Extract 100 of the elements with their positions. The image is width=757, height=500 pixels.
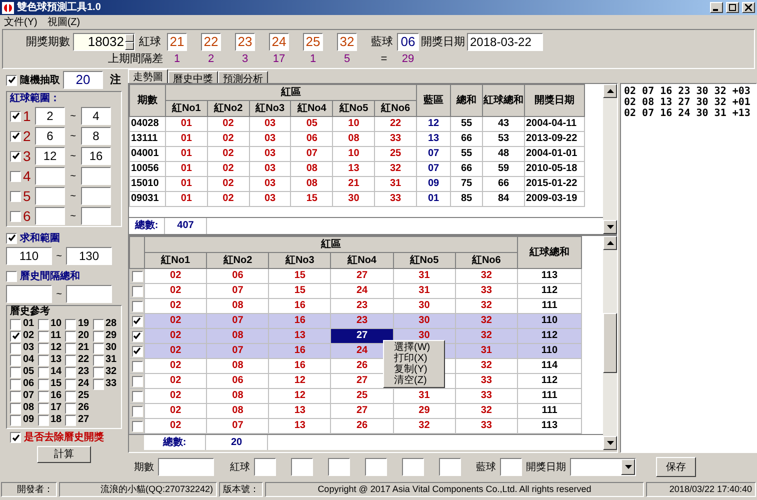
table-row[interactable]: 02 07 15 24 31 33 112 xyxy=(130,284,582,298)
input-field[interactable] xyxy=(500,458,522,476)
checkbox[interactable] xyxy=(132,346,142,356)
checkbox[interactable] xyxy=(92,318,104,330)
table-row[interactable]: 02 07 16 23 30 32 110 xyxy=(130,314,582,328)
draw-date-field[interactable]: 2018-03-22 xyxy=(467,33,543,51)
input-field[interactable] xyxy=(81,207,111,225)
menu-item[interactable]: 視圖(Z) xyxy=(47,14,80,30)
checkbox[interactable] xyxy=(132,420,142,432)
input-field[interactable] xyxy=(402,458,424,476)
ball-number-field[interactable]: 32 xyxy=(337,33,357,51)
input-field[interactable] xyxy=(81,187,111,205)
checkbox[interactable] xyxy=(10,414,21,426)
checkbox[interactable] xyxy=(10,170,21,182)
checkbox[interactable] xyxy=(132,316,142,326)
checkbox[interactable] xyxy=(10,432,21,443)
input-field[interactable] xyxy=(158,458,214,476)
input-field[interactable] xyxy=(66,285,112,303)
checkbox[interactable] xyxy=(65,402,76,414)
tab[interactable]: 預測分析 xyxy=(218,71,268,83)
input-field[interactable] xyxy=(35,167,65,185)
checkbox[interactable] xyxy=(132,360,142,372)
checkbox[interactable] xyxy=(38,390,48,402)
checkbox[interactable] xyxy=(132,300,142,312)
checkbox[interactable] xyxy=(65,390,76,402)
input-field[interactable] xyxy=(35,207,65,225)
input-field[interactable]: 12 xyxy=(35,147,65,165)
date-dropdown[interactable] xyxy=(570,458,636,476)
list-item[interactable]: 02 07 16 24 30 31 +13 xyxy=(624,108,753,119)
checkbox[interactable] xyxy=(65,378,76,390)
checkbox[interactable] xyxy=(132,390,142,402)
bonus-ball-field[interactable]: 06 xyxy=(397,33,419,51)
scrollbar[interactable] xyxy=(603,236,617,450)
calculate-button[interactable]: 計算 xyxy=(37,446,91,463)
checkbox[interactable] xyxy=(132,406,142,416)
checkbox[interactable] xyxy=(10,110,21,122)
checkbox[interactable] xyxy=(6,74,17,86)
checkbox[interactable] xyxy=(132,270,142,282)
input-field[interactable] xyxy=(254,458,276,476)
input-field[interactable] xyxy=(35,187,65,205)
list-item[interactable]: 02 07 16 23 30 32 +03 xyxy=(624,86,753,97)
checkbox[interactable] xyxy=(10,378,21,390)
input-field[interactable] xyxy=(328,458,350,476)
checkbox[interactable] xyxy=(10,130,21,142)
checkbox[interactable] xyxy=(132,286,142,296)
menu-item[interactable]: 文件(Y) xyxy=(4,14,38,30)
checkbox[interactable] xyxy=(38,414,48,426)
table-row[interactable]: 02 06 15 27 31 32 113 xyxy=(130,268,582,284)
input-field[interactable] xyxy=(439,458,461,476)
checkbox[interactable] xyxy=(10,390,21,402)
table-row[interactable]: 02 08 12 25 31 33 111 xyxy=(130,388,582,404)
checkbox[interactable] xyxy=(10,190,21,202)
input-field[interactable]: 20 xyxy=(63,71,103,89)
ball-number-field[interactable]: 21 xyxy=(167,33,187,51)
checkbox[interactable] xyxy=(132,330,142,342)
checkbox[interactable] xyxy=(65,330,76,342)
checkbox[interactable] xyxy=(132,376,142,386)
checkbox[interactable] xyxy=(10,210,21,222)
ball-number-field[interactable]: 24 xyxy=(269,33,289,51)
ball-number-field[interactable]: 22 xyxy=(201,33,221,51)
checkbox[interactable] xyxy=(6,270,17,282)
checkbox[interactable] xyxy=(10,354,21,366)
input-field[interactable]: 2 xyxy=(35,107,65,125)
checkbox[interactable] xyxy=(10,150,21,162)
table-row[interactable]: 02 08 13 27 30 32 112 xyxy=(130,328,582,344)
checkbox[interactable] xyxy=(38,342,48,354)
checkbox[interactable] xyxy=(92,354,104,366)
save-button[interactable]: 保存 xyxy=(656,457,696,477)
ball-number-field[interactable]: 25 xyxy=(303,33,323,51)
checkbox[interactable] xyxy=(92,330,104,342)
minimize-icon[interactable] xyxy=(710,2,723,13)
tab[interactable]: 走勢圖 xyxy=(128,69,168,83)
checkbox[interactable] xyxy=(10,402,21,414)
table-row[interactable]: 02 07 13 26 32 33 113 xyxy=(130,418,582,434)
checkbox[interactable] xyxy=(10,342,21,354)
checkbox[interactable] xyxy=(65,318,76,330)
input-field[interactable]: 110 xyxy=(6,247,52,265)
input-field[interactable] xyxy=(81,167,111,185)
checkbox[interactable] xyxy=(92,366,104,378)
checkbox[interactable] xyxy=(10,330,21,342)
input-field[interactable]: 6 xyxy=(35,127,65,145)
input-field[interactable] xyxy=(6,285,52,303)
input-field[interactable]: 4 xyxy=(81,107,111,125)
checkbox[interactable] xyxy=(38,354,48,366)
checkbox[interactable] xyxy=(10,366,21,378)
checkbox[interactable] xyxy=(38,318,48,330)
checkbox[interactable] xyxy=(38,378,48,390)
table-row[interactable]: 02 08 16 23 30 32 111 xyxy=(130,298,582,314)
checkbox[interactable] xyxy=(65,354,76,366)
input-field[interactable] xyxy=(291,458,313,476)
checkbox[interactable] xyxy=(38,402,48,414)
input-field[interactable]: 130 xyxy=(66,247,112,265)
checkbox[interactable] xyxy=(65,366,76,378)
ball-number-field[interactable]: 23 xyxy=(235,33,255,51)
checkbox[interactable] xyxy=(38,366,48,378)
checkbox[interactable] xyxy=(65,342,76,354)
checkbox[interactable] xyxy=(92,378,104,390)
input-field[interactable] xyxy=(365,458,387,476)
list-item[interactable]: 02 08 13 27 30 32 +01 xyxy=(624,97,753,108)
issue-spinner[interactable]: 18032 xyxy=(73,33,135,51)
